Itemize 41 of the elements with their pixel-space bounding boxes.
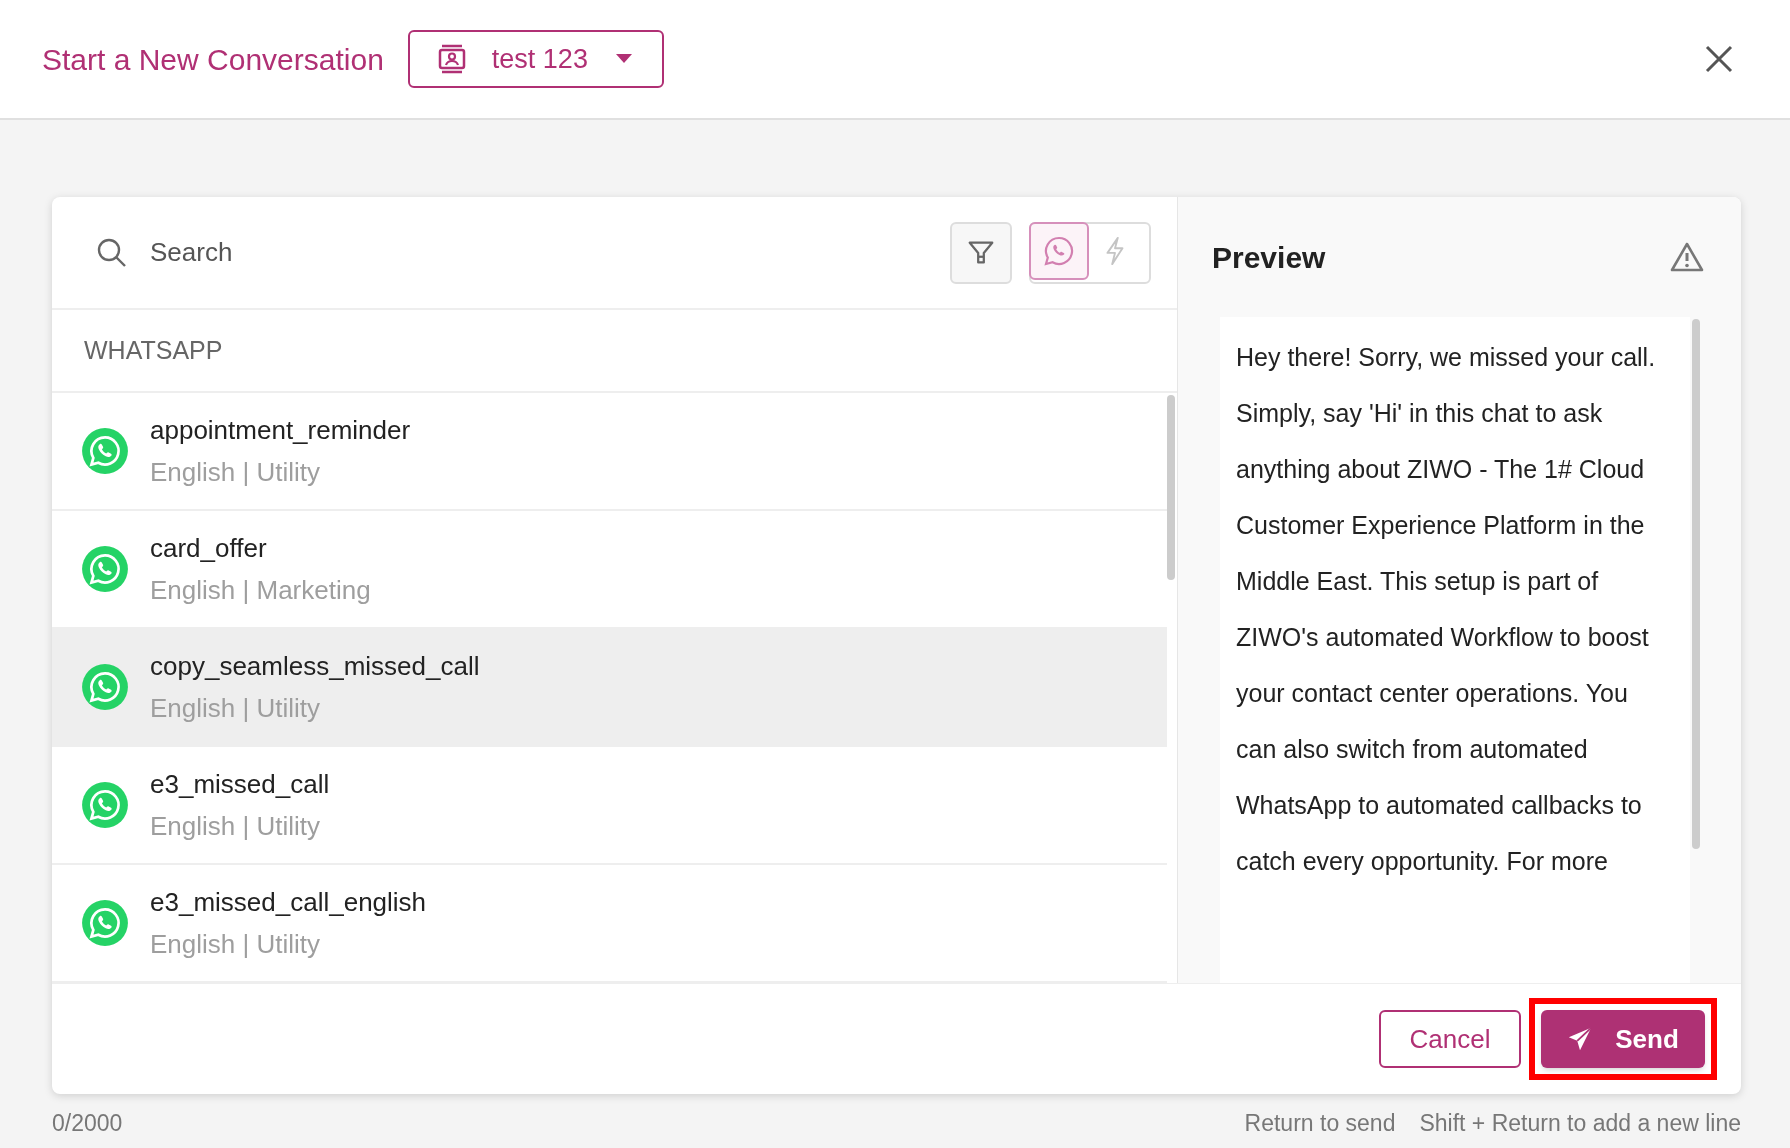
scrollbar-thumb[interactable] xyxy=(1167,395,1175,580)
template-list-item[interactable]: appointment_reminder English | Utility xyxy=(52,393,1167,511)
whatsapp-icon xyxy=(80,544,130,594)
send-button[interactable]: Send xyxy=(1541,1010,1705,1068)
scrollbar-thumb[interactable] xyxy=(1692,319,1700,849)
message-preview-text: Hey there! Sorry, we missed your call. Simply, say 'Hi' in this chat to ask anything about ZIWO - The 1# Cloud Customer Experience Platform in the Middle East. This setup is part of ZIWO's automated Workflow to boost your contact center operations. You can also switch from automated WhatsApp to automated callbacks to catch every opportunity. For more xyxy=(1236,342,1657,877)
character-counter: 0/2000 xyxy=(52,1108,123,1138)
section-header: WHATSAPP xyxy=(84,334,223,366)
search-icon xyxy=(96,236,128,269)
keyboard-hint: Shift + Return to add a new line xyxy=(1419,1108,1741,1138)
template-list-item[interactable]: e3_missed_call English | Utility xyxy=(52,747,1167,865)
contact-dropdown[interactable]: test 123 xyxy=(407,30,664,88)
template-name: copy_seamless_missed_call xyxy=(150,650,480,682)
filter-button[interactable] xyxy=(950,221,1012,284)
keyboard-hint: Return to send xyxy=(1244,1108,1396,1138)
search-field[interactable]: Search xyxy=(150,233,950,272)
template-meta: English | Marketing xyxy=(150,574,371,606)
whatsapp-filter-tab[interactable] xyxy=(1029,221,1089,280)
whatsapp-icon xyxy=(80,426,130,476)
template-meta: English | Utility xyxy=(150,456,322,488)
cancel-button[interactable]: Cancel xyxy=(1379,1010,1521,1068)
template-list-item[interactable]: e3_missed_call_english English | Utility xyxy=(52,865,1167,983)
dialog-title: Start a New Conversation xyxy=(42,41,384,78)
whatsapp-icon xyxy=(1043,234,1075,267)
template-meta: English | Utility xyxy=(150,692,322,724)
template-name: e3_missed_call xyxy=(150,768,330,800)
send-icon xyxy=(1567,1026,1594,1052)
warning-icon xyxy=(1669,241,1705,273)
whatsapp-icon xyxy=(80,662,130,712)
template-meta: English | Utility xyxy=(150,928,322,960)
preview-title: Preview xyxy=(1212,239,1326,276)
template-name: card_offer xyxy=(150,532,268,564)
template-list-item[interactable]: card_offer English | Marketing xyxy=(52,511,1167,629)
caret-icon xyxy=(615,54,632,64)
template-name: e3_missed_call_english xyxy=(150,886,427,918)
whatsapp-icon xyxy=(80,898,130,948)
template-name: appointment_reminder xyxy=(150,414,411,446)
template-list-item[interactable]: copy_seamless_missed_call English | Utility xyxy=(52,629,1167,747)
whatsapp-icon xyxy=(80,780,130,830)
close-icon xyxy=(1704,44,1734,74)
template-meta: English | Utility xyxy=(150,810,322,842)
